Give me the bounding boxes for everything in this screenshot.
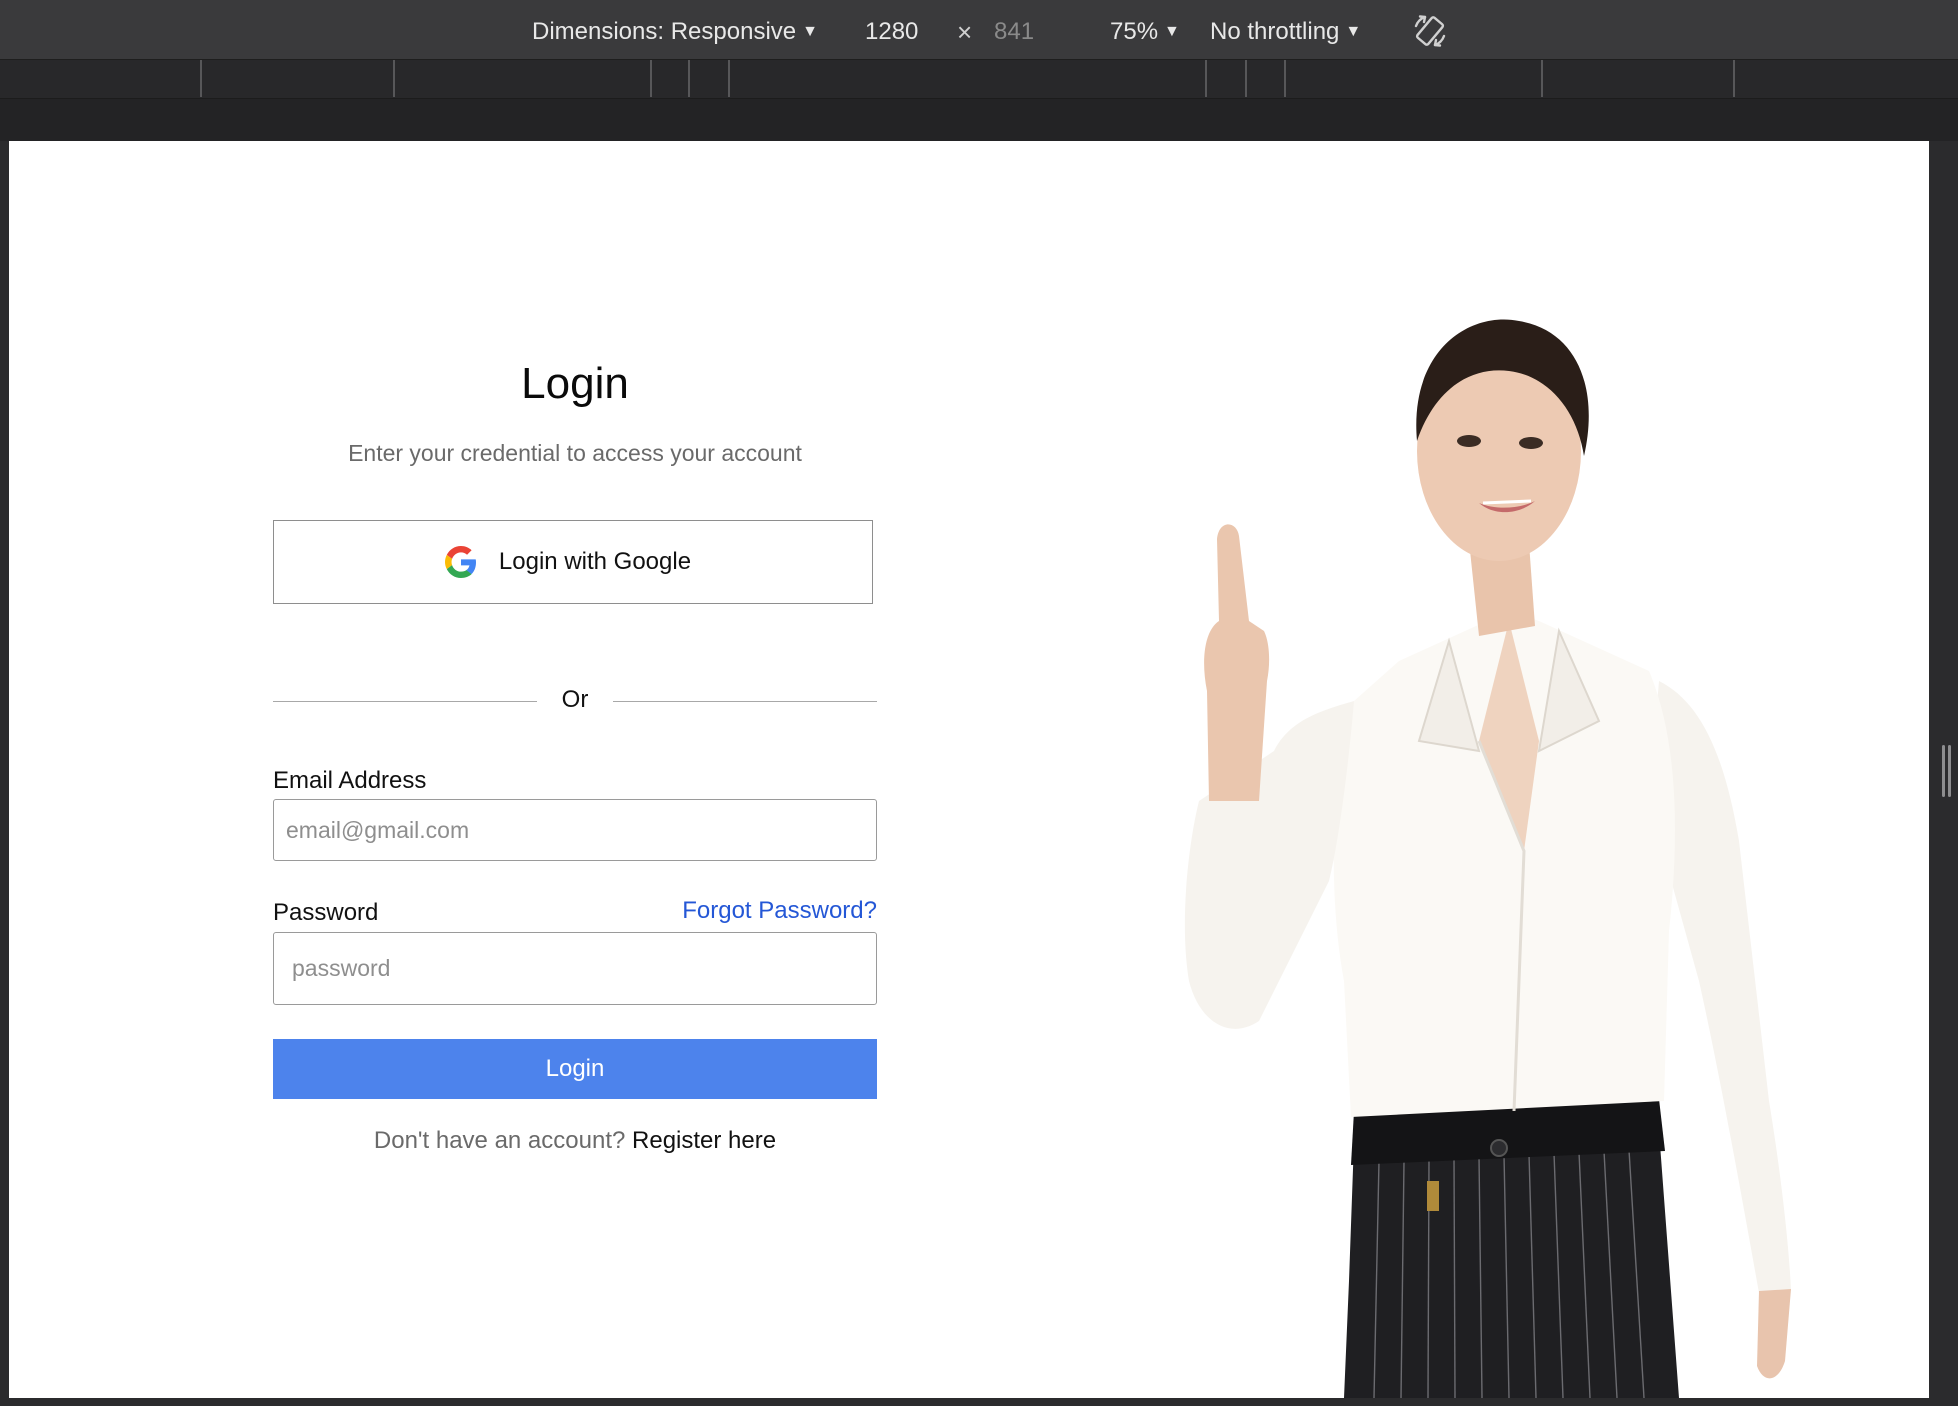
password-field[interactable]	[273, 932, 877, 1005]
email-field[interactable]	[273, 799, 877, 861]
register-question: Don't have an account?	[373, 1127, 626, 1154]
dimensions-label: Dimensions: Responsive	[532, 18, 797, 45]
rotate-icon[interactable]	[1411, 12, 1447, 48]
google-login-label: Login with Google	[498, 548, 692, 575]
divider-line	[613, 701, 877, 702]
ruler-tick	[393, 60, 395, 97]
page-viewport: Login Enter your credential to access yo…	[9, 141, 1929, 1398]
resize-handle[interactable]	[1942, 745, 1952, 797]
width-input[interactable]: 1280	[865, 0, 918, 59]
throttling-dropdown[interactable]: No throttling ▼	[1210, 0, 1361, 59]
google-icon	[444, 546, 476, 578]
google-login-button[interactable]: Login with Google	[273, 520, 873, 604]
viewport-gutter	[0, 99, 1958, 141]
or-label: Or	[561, 686, 589, 713]
ruler-tick	[200, 60, 202, 97]
password-label: Password	[273, 899, 379, 926]
divider-line	[273, 701, 537, 702]
email-label: Email Address	[273, 767, 427, 794]
ruler-tick	[1541, 60, 1543, 97]
ruler-tick	[1733, 60, 1735, 97]
throttling-label: No throttling	[1210, 18, 1340, 45]
ruler-tick	[688, 60, 690, 97]
devtools-toolbar: Dimensions: Responsive ▼ 1280 × 841 75% ▼ …	[0, 0, 1958, 60]
or-divider: Or	[273, 686, 877, 718]
businesswoman-illustration	[1184, 319, 1791, 1398]
zoom-label: 75%	[1110, 18, 1159, 45]
ruler-tick	[1245, 60, 1247, 97]
height-input[interactable]: 841	[994, 0, 1034, 59]
forgot-password-link[interactable]: Forgot Password?	[682, 897, 877, 925]
ruler-tick	[650, 60, 652, 97]
caret-down-icon: ▼	[1345, 23, 1362, 40]
caret-down-icon: ▼	[1164, 23, 1180, 40]
ruler-tick	[1284, 60, 1286, 97]
register-prompt: Don't have an account? Register here	[273, 1127, 877, 1155]
dimensions-dropdown[interactable]: Dimensions: Responsive ▼	[532, 0, 818, 59]
zoom-dropdown[interactable]: 75% ▼	[1110, 0, 1180, 59]
ruler-tick	[1205, 60, 1207, 97]
media-query-ruler[interactable]	[0, 60, 1958, 99]
page-title: Login	[521, 359, 629, 408]
login-button[interactable]: Login	[273, 1039, 877, 1099]
caret-down-icon: ▼	[802, 23, 818, 40]
register-link[interactable]: Register here	[632, 1127, 776, 1154]
page-subtitle: Enter your credential to access your acc…	[348, 440, 802, 466]
times-icon: ×	[957, 17, 973, 47]
ruler-tick	[728, 60, 730, 97]
